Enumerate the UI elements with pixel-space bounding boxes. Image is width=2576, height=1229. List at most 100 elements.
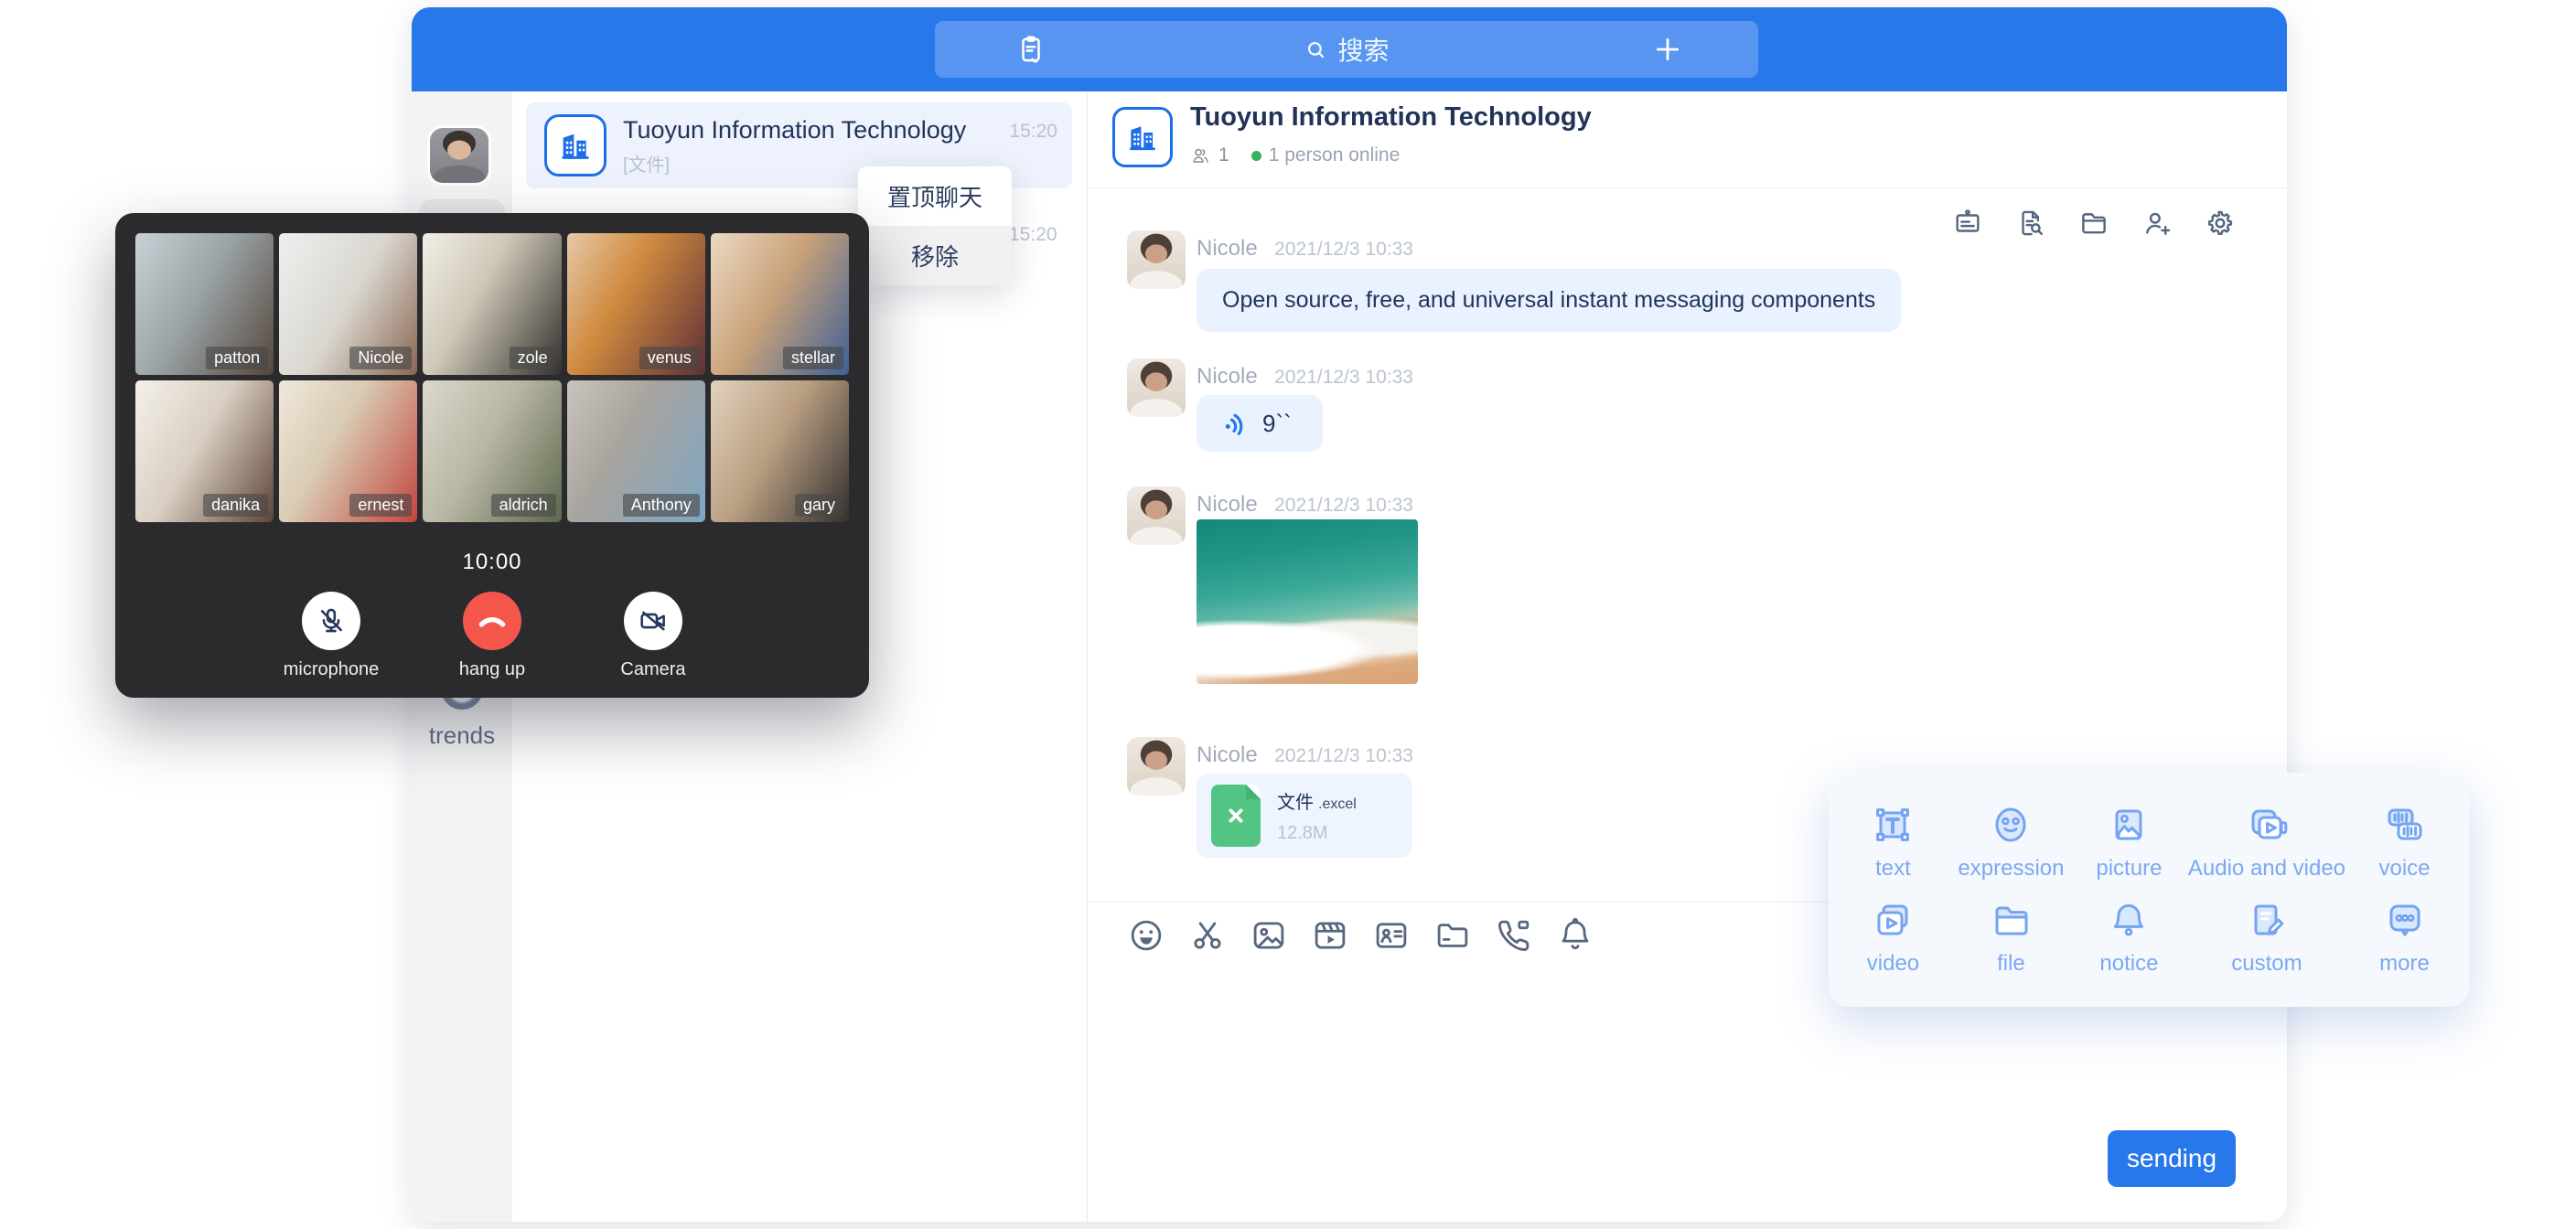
add-member-button[interactable] xyxy=(2141,208,2173,243)
scissors-icon xyxy=(1188,916,1227,955)
message-time: 2021/12/3 10:33 xyxy=(1274,239,1413,260)
participant-name: Anthony xyxy=(623,494,700,517)
voice-icon xyxy=(2383,803,2427,847)
sender-name: Nicole xyxy=(1197,492,1258,517)
emoji-button[interactable] xyxy=(1127,916,1165,959)
participant-name: patton xyxy=(206,347,268,369)
conversation-item-2-time: 15:20 xyxy=(1009,224,1057,246)
send-button[interactable]: sending xyxy=(2108,1130,2236,1187)
notice-bell-icon xyxy=(2107,898,2151,942)
panel-item-file[interactable]: file xyxy=(1952,890,2070,985)
send-video-button[interactable] xyxy=(1311,916,1349,959)
panel-item-video[interactable]: video xyxy=(1834,890,1952,985)
panel-item-notice[interactable]: notice xyxy=(2070,890,2188,985)
send-file-button[interactable] xyxy=(1433,916,1472,959)
id-card-icon xyxy=(1372,916,1411,955)
microphone-toggle-button[interactable] xyxy=(302,592,360,650)
sender-name: Nicole xyxy=(1197,743,1258,767)
top-bar: 搜索 xyxy=(412,7,2287,91)
message-meta: Nicole 2021/12/3 10:33 xyxy=(1197,492,1413,518)
voice-message[interactable]: 9`` xyxy=(1197,395,1323,452)
conversation-context-menu: 置顶聊天 移除 xyxy=(858,166,1012,285)
message-meta: Nicole 2021/12/3 10:33 xyxy=(1197,236,1413,262)
building-icon xyxy=(557,127,594,164)
participant-tile: gary xyxy=(711,380,849,522)
contact-card-button[interactable] xyxy=(1372,916,1411,959)
file-folder-icon xyxy=(1989,898,2033,942)
hang-up-label: hang up xyxy=(459,659,525,680)
message-avatar xyxy=(1127,486,1186,545)
gear-icon xyxy=(2205,208,2236,239)
conversation-title: Tuoyun Information Technology xyxy=(623,116,966,144)
panel-item-custom[interactable]: custom xyxy=(2188,890,2345,985)
add-button[interactable] xyxy=(1652,34,1683,69)
message-meta: Nicole 2021/12/3 10:33 xyxy=(1197,743,1413,768)
group-files-button[interactable] xyxy=(2078,208,2109,243)
hang-up-button[interactable] xyxy=(463,592,521,650)
participant-name: Nicole xyxy=(349,347,412,369)
file-message[interactable]: 文件.excel 12.8M xyxy=(1197,774,1412,858)
group-notice-button[interactable] xyxy=(1952,208,1983,243)
panel-item-expression[interactable]: expression xyxy=(1952,795,2070,890)
chat-group-avatar xyxy=(1112,107,1173,167)
panel-item-voice[interactable]: voice xyxy=(2345,795,2463,890)
message-type-panel: text expression picture Audio and video xyxy=(1829,773,2469,1007)
settings-button[interactable] xyxy=(2205,208,2236,243)
clipboard-phone-icon[interactable] xyxy=(1015,34,1046,69)
clapper-icon xyxy=(1311,916,1349,955)
expression-icon xyxy=(1989,803,2033,847)
search-bar[interactable]: 搜索 xyxy=(935,21,1758,78)
video-icon xyxy=(1871,898,1915,942)
screenshot-button[interactable] xyxy=(1188,916,1227,959)
participant-tile: stellar xyxy=(711,233,849,375)
hang-up-icon xyxy=(476,604,509,637)
video-call-button[interactable] xyxy=(1495,916,1533,959)
notice-board-icon xyxy=(1952,208,1983,239)
menu-item-remove[interactable]: 移除 xyxy=(858,226,1012,285)
panel-item-more[interactable]: more xyxy=(2345,890,2463,985)
chat-history-search-button[interactable] xyxy=(2015,208,2046,243)
participant-tile: Nicole xyxy=(279,233,417,375)
folder-icon xyxy=(2078,208,2109,239)
participant-tile: Anthony xyxy=(567,380,705,522)
camera-off-icon xyxy=(638,605,669,636)
participant-tile: zole xyxy=(423,233,561,375)
member-count: 1 xyxy=(1218,144,1229,166)
camera-toggle-button[interactable] xyxy=(624,592,682,650)
bell-icon xyxy=(1556,916,1594,955)
notification-button[interactable] xyxy=(1556,916,1594,959)
participant-grid: patton Nicole zole venus stellar danika … xyxy=(135,233,849,522)
custom-edit-icon xyxy=(2245,898,2289,942)
participant-name: stellar xyxy=(783,347,843,369)
document-search-icon xyxy=(2015,208,2046,239)
building-icon xyxy=(1125,120,1160,155)
message-avatar xyxy=(1127,737,1186,796)
audio-video-icon xyxy=(2245,803,2289,847)
my-avatar[interactable] xyxy=(430,128,488,183)
panel-item-text[interactable]: text xyxy=(1834,795,1952,890)
online-dot xyxy=(1251,151,1261,161)
text-message[interactable]: Open source, free, and universal instant… xyxy=(1197,269,1901,332)
image-message[interactable] xyxy=(1197,519,1418,684)
participant-name: aldrich xyxy=(491,494,556,517)
panel-divider xyxy=(1087,91,1088,1222)
message-bubble: Open source, free, and universal instant… xyxy=(1197,269,1901,332)
message-avatar xyxy=(1127,230,1186,289)
trends-label: trends xyxy=(412,721,512,750)
conversation-time: 15:20 xyxy=(1009,121,1057,143)
excel-file-icon xyxy=(1211,785,1261,847)
mic-off-icon xyxy=(316,605,347,636)
message-time: 2021/12/3 10:33 xyxy=(1274,367,1413,388)
panel-item-picture[interactable]: picture xyxy=(2070,795,2188,890)
camera-label: Camera xyxy=(620,659,685,680)
participant-tile: patton xyxy=(135,233,274,375)
menu-item-pin[interactable]: 置顶聊天 xyxy=(858,166,1012,226)
participant-name: danika xyxy=(203,494,268,517)
plus-icon xyxy=(1652,34,1683,65)
panel-item-audio-video[interactable]: Audio and video xyxy=(2188,795,2345,890)
picture-icon xyxy=(1250,916,1288,955)
send-image-button[interactable] xyxy=(1250,916,1288,959)
sender-name: Nicole xyxy=(1197,236,1258,261)
message-avatar xyxy=(1127,358,1186,417)
message-time: 2021/12/3 10:33 xyxy=(1274,495,1413,516)
